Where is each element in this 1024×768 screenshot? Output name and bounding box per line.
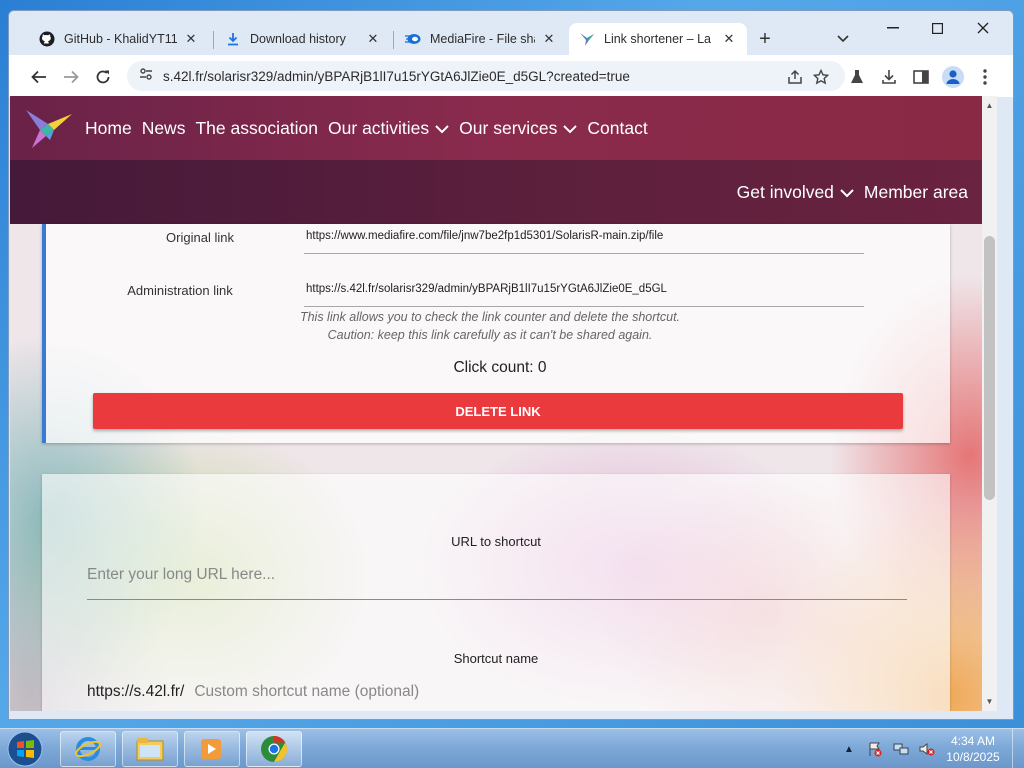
shortcut-name-placeholder: Custom shortcut name (optional) [194, 683, 420, 700]
hummingbird-icon [579, 31, 595, 47]
network-icon[interactable] [892, 740, 910, 758]
divider [304, 306, 864, 307]
url-text: s.42l.fr/solarisr329/admin/yBPARjB1lI7u1… [163, 68, 630, 84]
url-to-shortcut-label: URL to shortcut [451, 534, 541, 549]
close-icon[interactable]: ✕ [721, 31, 737, 47]
labs-flask-icon[interactable] [843, 63, 871, 91]
admin-link-hint: This link allows you to check the link c… [299, 310, 681, 324]
nav-get-involved-label: Get involved [736, 181, 834, 202]
tab-mediafire[interactable]: MediaFire - File shar... ✕ [395, 23, 567, 55]
shortcut-name-label: Shortcut name [453, 651, 539, 666]
nav-services[interactable]: Our services [459, 117, 578, 139]
reload-icon[interactable] [89, 63, 117, 91]
tab-bar: GitHub - KhalidYT11... ✕ Download histor… [9, 11, 1013, 55]
chevron-down-icon [435, 118, 449, 139]
close-window-button[interactable] [961, 15, 1005, 41]
scroll-thumb[interactable] [984, 236, 995, 500]
menu-kebab-icon[interactable] [971, 63, 999, 91]
file-explorer-icon[interactable] [122, 731, 178, 767]
tab-link-shortener[interactable]: Link shortener – La C ✕ [569, 23, 747, 55]
system-tray: ▲ [840, 729, 944, 768]
browser-toolbar: s.42l.fr/solarisr329/admin/yBPARjB1lI7u1… [9, 55, 1013, 97]
nav-association[interactable]: The association [195, 118, 318, 139]
tab-title: Download history [250, 32, 346, 46]
shorten-form-card: URL to shortcut Enter your long URL here… [42, 474, 950, 711]
shortcut-name-input[interactable]: https://s.42l.fr/ Custom shortcut name (… [87, 677, 907, 707]
original-link-label: Original link [166, 230, 234, 245]
tab-download-history[interactable]: Download history ✕ [215, 23, 391, 55]
clock-time: 4:34 AM [950, 734, 996, 748]
nav-contact[interactable]: Contact [587, 118, 647, 139]
chevron-down-icon [840, 182, 854, 203]
tab-title: MediaFire - File shar... [430, 32, 535, 46]
scroll-down-icon[interactable]: ▼ [982, 694, 997, 708]
internet-explorer-icon[interactable] [60, 731, 116, 767]
nav-activities-label: Our activities [328, 117, 430, 138]
nav-get-involved[interactable]: Get involved [737, 182, 854, 203]
action-center-flag-icon[interactable] [866, 740, 884, 758]
long-url-placeholder: Enter your long URL here... [87, 566, 276, 583]
show-hidden-icons-icon[interactable]: ▲ [840, 740, 858, 758]
windows-taskbar: ▲ 4:34 AM 10/8/2025 [0, 728, 1024, 768]
close-icon[interactable]: ✕ [183, 31, 199, 47]
new-tab-button[interactable]: + [753, 27, 777, 51]
back-arrow-icon[interactable] [25, 63, 53, 91]
nav-activities[interactable]: Our activities [328, 118, 449, 139]
minimize-button[interactable] [871, 15, 915, 41]
show-desktop-button[interactable] [1012, 729, 1024, 768]
close-icon[interactable]: ✕ [365, 31, 381, 47]
admin-link-label: Administration link [127, 283, 233, 298]
side-panel-icon[interactable] [907, 63, 935, 91]
tab-title: Link shortener – La C [604, 32, 715, 46]
nav-member-area[interactable]: Member area [864, 182, 968, 203]
mediafire-icon [405, 31, 421, 47]
maximize-button[interactable] [915, 15, 959, 41]
page-scrollbar[interactable]: ▲ ▼ [982, 96, 997, 711]
address-bar[interactable]: s.42l.fr/solarisr329/admin/yBPARjB1lI7u1… [127, 61, 845, 91]
admin-link-caution: Caution: keep this link carefully as it … [327, 328, 653, 342]
shortened-link-result-card: Original link https://www.mediafire.com/… [42, 224, 950, 443]
nav-services-label: Our services [459, 117, 558, 138]
divider [304, 253, 864, 254]
downloads-icon[interactable] [875, 63, 903, 91]
site-navbar: Home News The association Our activities… [10, 96, 982, 160]
taskbar-clock[interactable]: 4:34 AM 10/8/2025 [938, 733, 1008, 765]
shortcut-prefix: https://s.42l.fr/ [87, 683, 185, 700]
tab-search-chevron-icon[interactable] [831, 27, 855, 51]
hummingbird-logo-icon[interactable] [24, 106, 74, 150]
tab-github[interactable]: GitHub - KhalidYT11... ✕ [29, 23, 209, 55]
clock-date: 10/8/2025 [946, 750, 1000, 764]
close-icon[interactable]: ✕ [541, 31, 557, 47]
bookmark-star-icon[interactable] [807, 63, 835, 91]
volume-muted-icon[interactable] [918, 740, 936, 758]
divider [87, 599, 907, 600]
share-icon[interactable] [781, 63, 809, 91]
site-info-icon[interactable] [139, 67, 153, 86]
chevron-down-icon [563, 118, 578, 139]
original-link-value[interactable]: https://www.mediafire.com/file/jnw7be2fp… [306, 230, 663, 242]
click-count: Click count: 0 [453, 359, 547, 376]
github-icon [39, 31, 55, 47]
admin-link-value[interactable]: https://s.42l.fr/solarisr329/admin/yBPAR… [306, 283, 667, 295]
delete-link-button[interactable]: DELETE LINK [93, 393, 903, 429]
nav-home[interactable]: Home [85, 118, 132, 139]
media-player-icon[interactable] [184, 731, 240, 767]
start-button[interactable] [4, 730, 46, 768]
forward-arrow-icon[interactable] [57, 63, 85, 91]
page-viewport: Home News The association Our activities… [10, 96, 982, 711]
long-url-input[interactable]: Enter your long URL here... [87, 560, 907, 590]
tab-title: GitHub - KhalidYT11... [64, 32, 177, 46]
download-icon [225, 31, 241, 47]
chrome-taskbar-icon[interactable] [246, 731, 302, 767]
nav-news[interactable]: News [142, 118, 186, 139]
scroll-up-icon[interactable]: ▲ [982, 98, 997, 112]
site-subnavbar: Get involved Member area [10, 160, 982, 224]
profile-avatar-icon[interactable] [939, 63, 967, 91]
